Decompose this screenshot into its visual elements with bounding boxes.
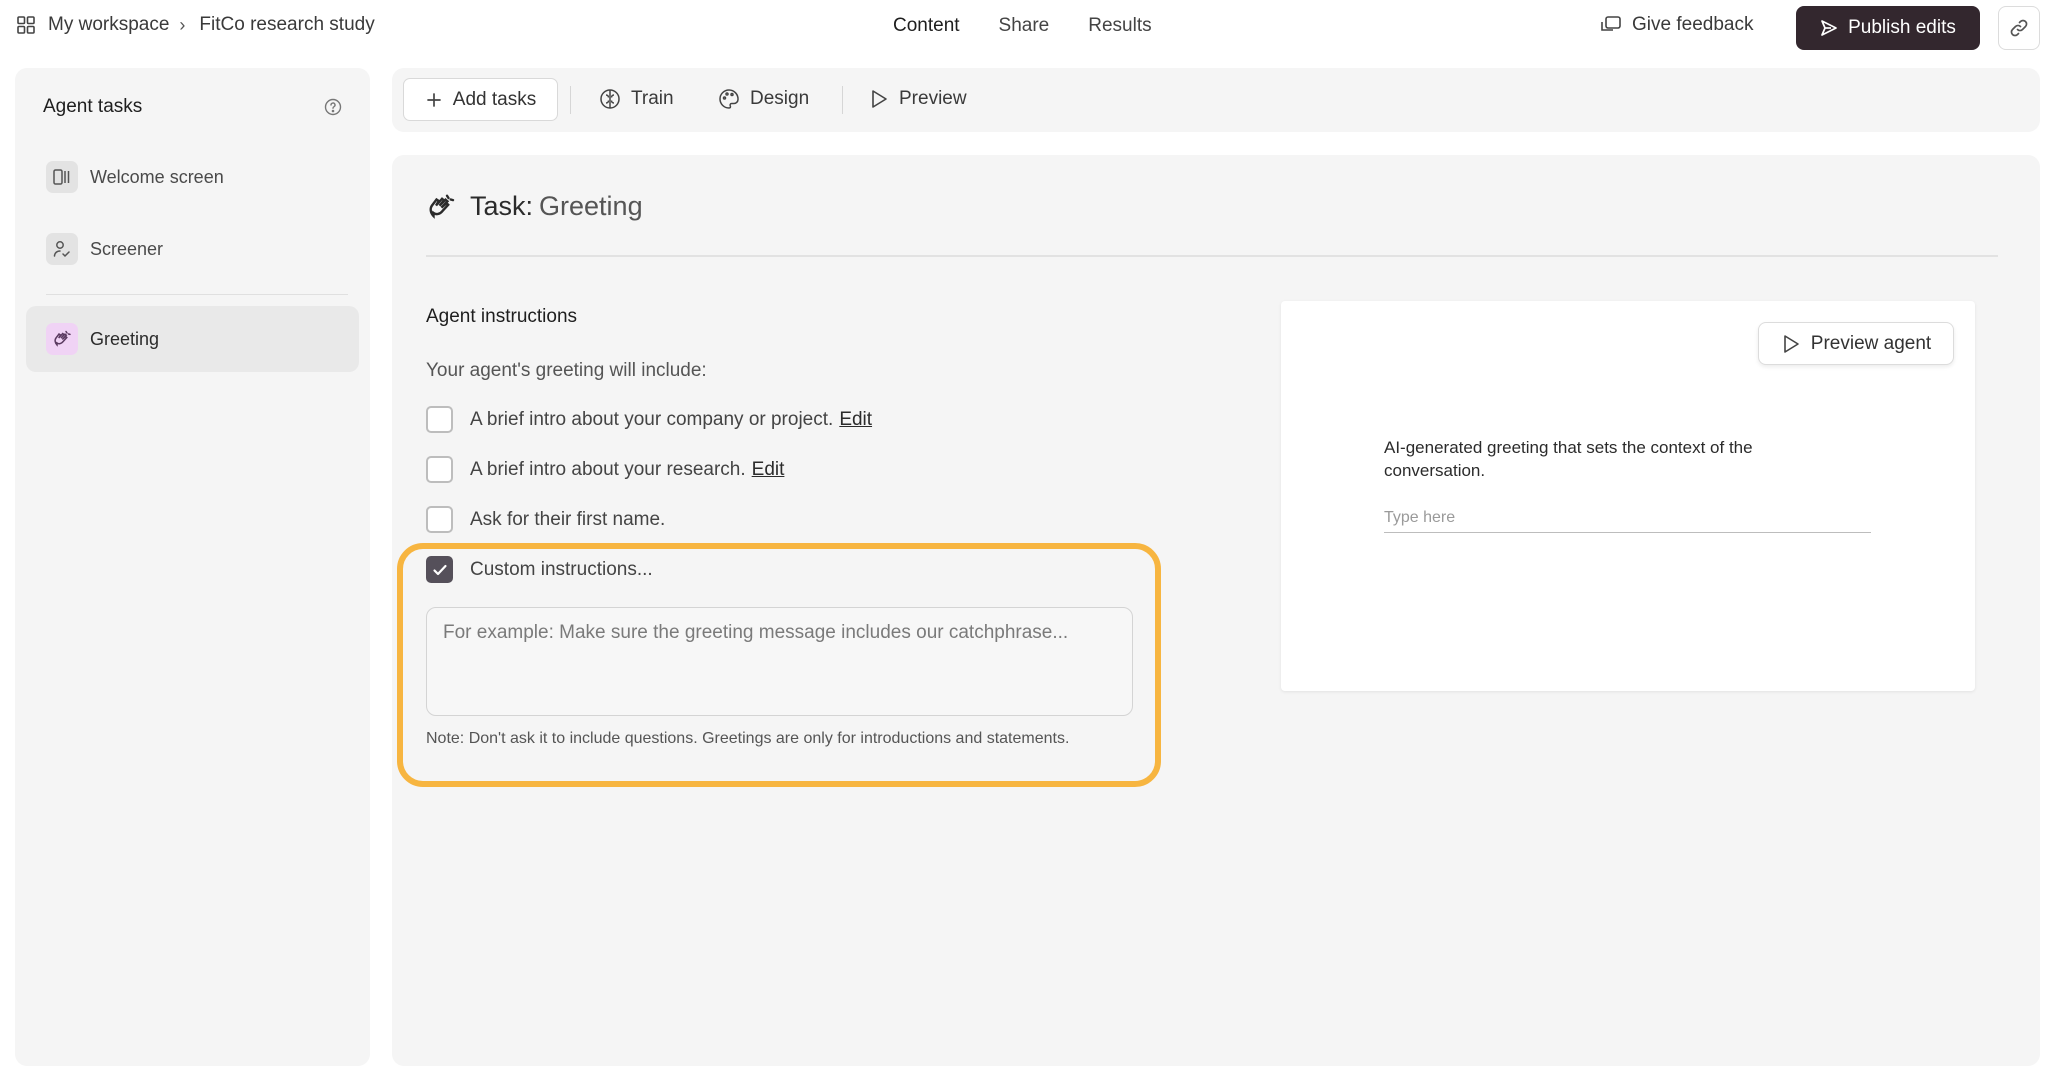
sidebar-item-label: Screener bbox=[90, 238, 164, 259]
company-intro-checkbox[interactable] bbox=[426, 406, 453, 433]
brain-icon bbox=[600, 89, 620, 109]
title-divider bbox=[426, 255, 1998, 257]
sidebar-item-label: Welcome screen bbox=[90, 166, 224, 187]
task-toolbar: Add tasks Train Design Preview bbox=[392, 68, 2040, 132]
preview-label: Preview bbox=[899, 88, 967, 109]
give-feedback-label: Give feedback bbox=[1632, 14, 1754, 35]
breadcrumb-separator: › bbox=[179, 14, 186, 35]
breadcrumb-project[interactable]: FitCo research study bbox=[199, 14, 374, 36]
link-icon bbox=[2010, 19, 2028, 37]
preview-agent-button[interactable]: Preview agent bbox=[1758, 322, 1954, 365]
help-icon[interactable] bbox=[324, 98, 342, 116]
top-nav: Content Share Results bbox=[893, 15, 1152, 37]
option-company-intro: A brief intro about your company or proj… bbox=[426, 406, 872, 433]
greeting-icon bbox=[46, 323, 78, 355]
task-title-prefix: Task: bbox=[470, 191, 534, 221]
preview-response-input[interactable] bbox=[1384, 503, 1871, 533]
tab-content[interactable]: Content bbox=[893, 15, 960, 37]
publish-edits-button[interactable]: Publish edits bbox=[1796, 6, 1980, 50]
page-title: Task: Greeting bbox=[426, 191, 643, 222]
custom-instructions-textarea[interactable] bbox=[426, 607, 1133, 716]
option-label: Ask for their first name. bbox=[470, 508, 666, 530]
give-feedback-button[interactable]: Give feedback bbox=[1600, 14, 1753, 36]
sidebar-title: Agent tasks bbox=[43, 96, 143, 117]
edit-research-intro-link[interactable]: Edit bbox=[752, 459, 785, 481]
breadcrumb: My workspace › FitCo research study bbox=[16, 14, 375, 36]
toolbar-divider bbox=[842, 86, 843, 114]
play-icon bbox=[872, 90, 887, 108]
edit-company-intro-link[interactable]: Edit bbox=[839, 409, 872, 431]
sidebar-divider bbox=[46, 294, 348, 295]
grid-icon[interactable] bbox=[16, 15, 36, 35]
first-name-checkbox[interactable] bbox=[426, 506, 453, 533]
send-icon bbox=[1821, 20, 1837, 36]
option-label: A brief intro about your research. bbox=[470, 458, 746, 480]
add-tasks-label: Add tasks bbox=[452, 88, 537, 110]
preview-button[interactable]: Preview bbox=[869, 88, 967, 110]
agent-instructions-heading: Agent instructions bbox=[426, 306, 578, 327]
sidebar-item-greeting[interactable]: Greeting bbox=[26, 306, 359, 372]
agent-tasks-sidebar: Agent tasks Welcome screen Screener Gree… bbox=[15, 68, 370, 1066]
design-button[interactable]: Design bbox=[718, 88, 809, 110]
copy-link-button[interactable] bbox=[1998, 6, 2040, 50]
option-label: A brief intro about your company or proj… bbox=[470, 408, 834, 430]
train-label: Train bbox=[631, 88, 674, 109]
preview-agent-label: Preview agent bbox=[1810, 332, 1932, 354]
toolbar-divider bbox=[570, 86, 571, 114]
sidebar-item-welcome-screen[interactable]: Welcome screen bbox=[26, 144, 359, 210]
palette-icon bbox=[719, 89, 739, 109]
greeting-icon bbox=[429, 194, 455, 219]
top-bar: My workspace › FitCo research study Cont… bbox=[0, 0, 2048, 56]
custom-instructions-checkbox[interactable] bbox=[426, 556, 453, 583]
tab-share[interactable]: Share bbox=[999, 15, 1050, 37]
task-title-name[interactable]: Greeting bbox=[539, 191, 643, 222]
screener-icon bbox=[46, 233, 78, 265]
option-custom-instructions: Custom instructions... bbox=[426, 556, 653, 583]
preview-description: AI-generated greeting that sets the cont… bbox=[1384, 438, 1753, 480]
plus-icon bbox=[426, 92, 441, 107]
agent-preview-card: Preview agent AI-generated greeting that… bbox=[1281, 301, 1975, 691]
publish-edits-label: Publish edits bbox=[1848, 17, 1956, 38]
welcome-screen-icon bbox=[46, 161, 78, 193]
option-label: Custom instructions... bbox=[470, 558, 653, 580]
play-icon bbox=[1783, 334, 1799, 353]
train-button[interactable]: Train bbox=[599, 88, 674, 110]
add-tasks-button[interactable]: Add tasks bbox=[403, 78, 558, 121]
instructions-intro: Your agent's greeting will include: bbox=[426, 360, 707, 381]
sidebar-item-label: Greeting bbox=[90, 328, 160, 349]
option-first-name: Ask for their first name. bbox=[426, 506, 665, 533]
task-editor-panel: Task: Greeting Agent instructions Your a… bbox=[392, 155, 2040, 1066]
tab-results[interactable]: Results bbox=[1088, 15, 1151, 37]
research-intro-checkbox[interactable] bbox=[426, 456, 453, 483]
option-research-intro: A brief intro about your research. Edit bbox=[426, 456, 784, 483]
breadcrumb-workspace[interactable]: My workspace bbox=[48, 14, 169, 36]
feedback-icon bbox=[1601, 16, 1621, 31]
check-icon bbox=[432, 564, 447, 575]
design-label: Design bbox=[750, 88, 810, 109]
sidebar-item-screener[interactable]: Screener bbox=[26, 216, 359, 282]
custom-instructions-note: Note: Don't ask it to include questions.… bbox=[426, 730, 1070, 747]
